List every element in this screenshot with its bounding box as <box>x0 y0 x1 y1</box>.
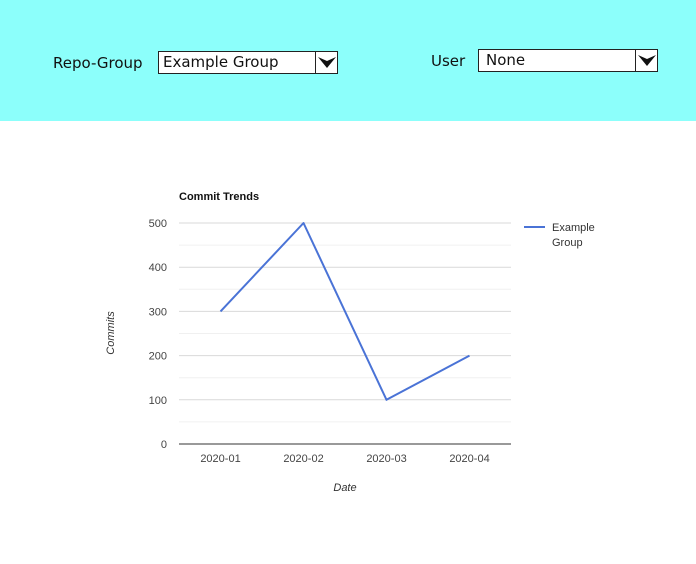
x-tick-label: 2020-03 <box>366 453 406 465</box>
user-label: User <box>431 52 466 70</box>
y-tick-label: 300 <box>149 306 167 318</box>
repo-group-select[interactable]: Example Group <box>158 51 338 74</box>
y-tick-label: 0 <box>161 439 167 451</box>
filter-bar: Repo-Group Example Group User None <box>0 0 696 121</box>
x-tick-label: 2020-04 <box>449 453 489 465</box>
user-selected-value: None <box>486 51 526 69</box>
chart-title: Commit Trends <box>179 191 259 203</box>
x-tick-label: 2020-02 <box>283 453 323 465</box>
y-tick-label: 500 <box>149 218 167 230</box>
chevron-down-icon <box>638 55 656 66</box>
y-axis-title: Commits <box>105 311 117 355</box>
y-tick-label: 400 <box>149 262 167 274</box>
repo-group-label: Repo-Group <box>53 54 143 72</box>
commit-trends-chart: Commit Trends 0 100 200 300 400 500 2020-01 202… <box>105 191 595 494</box>
x-tick-label: 2020-01 <box>200 453 240 465</box>
chart-axes: 0 100 200 300 400 500 2020-01 2020-02 2020-03 202… <box>149 218 511 465</box>
repo-group-dropdown-button[interactable] <box>315 51 338 74</box>
chevron-down-icon <box>318 57 336 68</box>
y-tick-label: 200 <box>149 351 167 363</box>
repo-group-selected-value: Example Group <box>163 53 279 71</box>
chart-gridlines <box>179 222 511 423</box>
x-axis-title: Date <box>333 482 356 494</box>
chart-legend[interactable]: Example Group <box>524 222 595 249</box>
user-dropdown-button[interactable] <box>635 49 658 72</box>
user-select[interactable]: None <box>478 49 658 72</box>
legend-label: Example Group <box>552 222 595 249</box>
y-tick-label: 100 <box>149 395 167 407</box>
